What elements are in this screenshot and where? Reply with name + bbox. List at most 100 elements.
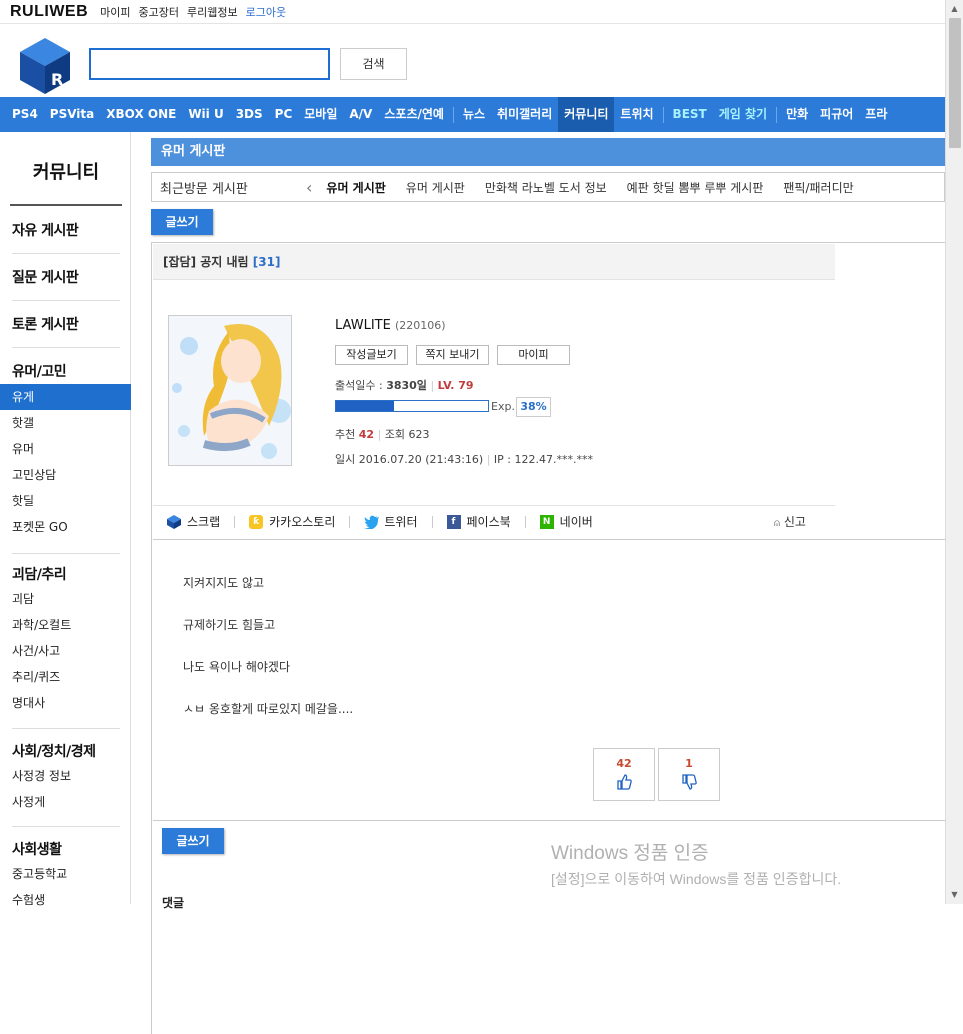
share-separator	[524, 515, 526, 528]
share-scrap-label: 스크랩	[187, 515, 221, 529]
recommend-count: 42	[358, 428, 375, 441]
user-avatar[interactable]	[168, 315, 292, 466]
recent-board-item[interactable]: 예판 핫딜 뽐뿌 루뿌 게시판	[627, 179, 764, 196]
nav-plamo[interactable]: 프라	[859, 97, 893, 132]
search-button[interactable]: 검색	[340, 48, 407, 80]
share-naver[interactable]: N 네이버	[539, 513, 593, 530]
sidebar-item-quotes[interactable]: 명대사	[0, 690, 131, 716]
share-scrap[interactable]: 스크랩	[167, 513, 220, 530]
recent-board-item[interactable]: 만화책 라노벨 도서 정보	[485, 179, 607, 196]
nav-wiiu[interactable]: Wii U	[182, 97, 229, 132]
nav-separator	[662, 106, 664, 123]
post-body-line: 나도 욕이나 해야겠다	[183, 660, 290, 674]
sidebar-divider	[12, 347, 120, 348]
nav-figure[interactable]: 피규어	[814, 97, 859, 132]
scroll-down-icon[interactable]: ▼	[949, 889, 960, 900]
nav-news[interactable]: 뉴스	[457, 97, 491, 132]
sidebar-item-quiz[interactable]: 추리/퀴즈	[0, 664, 131, 690]
sidebar-item-free-board[interactable]: 자유 게시판	[0, 220, 90, 240]
toplink-mypi[interactable]: 마이피	[100, 4, 130, 20]
post-comment-count[interactable]: [31]	[253, 255, 281, 269]
share-twitter-label: 트위터	[384, 515, 418, 529]
sidebar-item-yuge[interactable]: 유게	[0, 384, 131, 410]
write-button-top[interactable]: 글쓰기	[151, 209, 213, 235]
nav-mobile[interactable]: 모바일	[298, 97, 343, 132]
sidebar-item-hotgall[interactable]: 핫갤	[0, 410, 131, 436]
downvote-button[interactable]: 1	[658, 748, 720, 801]
sidebar-item-debate-board[interactable]: 토론 게시판	[0, 314, 90, 334]
user-name[interactable]: LAWLITE (220106)	[335, 318, 446, 333]
post-date: 일시 2016.07.20 (21:43:16)	[335, 453, 484, 466]
sidebar-divider	[12, 253, 120, 254]
vertical-scrollbar[interactable]: ▲ ▼	[945, 0, 963, 904]
sidebar-item-society-board[interactable]: 사정게	[0, 789, 131, 815]
nav-hobby[interactable]: 취미갤러리	[491, 97, 558, 132]
report-button[interactable]: ⍝ 신고	[774, 513, 806, 530]
scroll-up-icon[interactable]: ▲	[949, 3, 960, 14]
logout-link[interactable]: 로그아웃	[246, 4, 286, 20]
send-message-button[interactable]: 쪽지 보내기	[416, 345, 489, 365]
upvote-button[interactable]: 42	[593, 748, 655, 801]
sidebar-item-humor[interactable]: 유머	[0, 436, 131, 462]
sidebar-group-society[interactable]: 사회/정치/경제	[0, 741, 108, 761]
nav-3ds[interactable]: 3DS	[230, 97, 269, 132]
naver-icon: N	[539, 514, 554, 529]
sidebar-item-ghost-story[interactable]: 괴담	[0, 586, 131, 612]
ruliweb-cube-logo-icon[interactable]: R	[20, 38, 70, 94]
recent-board-item[interactable]: 팬픽/패러디만	[783, 179, 853, 196]
sidebar-divider	[12, 728, 120, 729]
facebook-icon: f	[446, 514, 461, 529]
chevron-left-icon[interactable]: ‹	[306, 178, 312, 197]
windows-activation-watermark: Windows 정품 인증 [설정]으로 이동하여 Windows를 정품 인증…	[551, 838, 841, 889]
write-button-bottom[interactable]: 글쓰기	[162, 828, 224, 854]
sidebar-item-question-board[interactable]: 질문 게시판	[0, 267, 90, 287]
search-input[interactable]	[89, 48, 330, 80]
mypi-button[interactable]: 마이피	[497, 345, 570, 365]
share-separator	[234, 515, 236, 528]
sidebar-group-social-life[interactable]: 사회생활	[0, 839, 74, 859]
sidebar-divider	[12, 553, 120, 554]
nav-community[interactable]: 커뮤니티	[558, 97, 615, 132]
nav-pc[interactable]: PC	[269, 97, 299, 132]
board-title[interactable]: 유머 게시판	[151, 138, 945, 166]
brand-logo-text[interactable]: RULIWEB	[10, 3, 88, 21]
sidebar-item-incident[interactable]: 사건/사고	[0, 638, 131, 664]
nav-sports[interactable]: 스포츠/연예	[378, 97, 450, 132]
share-separator	[349, 515, 351, 528]
nav-av[interactable]: A/V	[343, 97, 378, 132]
share-bar: 스크랩 ƙ 카카오스토리 트위터 f 페이스북 N 네이버	[153, 505, 835, 537]
toplink-info[interactable]: 루리웹정보	[187, 4, 238, 20]
recent-board-item[interactable]: 유머 게시판	[406, 179, 465, 196]
sidebar-item-hotdeal[interactable]: 핫딜	[0, 488, 131, 514]
nav-manga[interactable]: 만화	[780, 97, 814, 132]
sidebar-item-occult[interactable]: 과학/오컬트	[0, 612, 131, 638]
recent-board-item[interactable]: 유머 게시판	[326, 179, 385, 196]
share-kakaostory[interactable]: ƙ 카카오스토리	[249, 513, 335, 530]
nav-twitch[interactable]: 트위치	[614, 97, 659, 132]
report-label: 신고	[783, 515, 806, 529]
post-title-text: [잡담] 공지 내림	[163, 255, 249, 269]
nav-best[interactable]: BEST	[667, 97, 713, 132]
nav-ps4[interactable]: PS4	[0, 97, 44, 132]
nav-game-search[interactable]: 게임 찾기	[713, 97, 773, 132]
view-posts-button[interactable]: 작성글보기	[335, 345, 408, 365]
sidebar-item-exam[interactable]: 수험생	[0, 887, 131, 913]
share-twitter[interactable]: 트위터	[364, 513, 418, 530]
sidebar-item-society-info[interactable]: 사정경 정보	[0, 763, 131, 789]
sidebar-item-school[interactable]: 중고등학교	[0, 861, 131, 887]
ruliweb-cube-icon	[167, 514, 181, 529]
user-name-text[interactable]: LAWLITE	[335, 318, 391, 333]
toplink-market[interactable]: 중고장터	[139, 4, 179, 20]
watermark-title: Windows 정품 인증	[551, 843, 709, 864]
sidebar-item-pokemon-go[interactable]: 포켓몬 GO	[0, 514, 131, 540]
nav-psvita[interactable]: PSVita	[44, 97, 100, 132]
nav-separator	[776, 106, 778, 123]
sidebar-group-mystery[interactable]: 괴담/추리	[0, 564, 78, 584]
exp-progress-fill	[336, 401, 394, 411]
sidebar-group-humor[interactable]: 유머/고민	[0, 361, 78, 381]
scroll-thumb[interactable]	[949, 18, 961, 148]
nav-xbox[interactable]: XBOX ONE	[100, 97, 182, 132]
user-attendance: 출석일수 : 3830일 | LV. 79	[335, 379, 474, 392]
sidebar-item-advice[interactable]: 고민상담	[0, 462, 131, 488]
share-facebook[interactable]: f 페이스북	[446, 513, 511, 530]
